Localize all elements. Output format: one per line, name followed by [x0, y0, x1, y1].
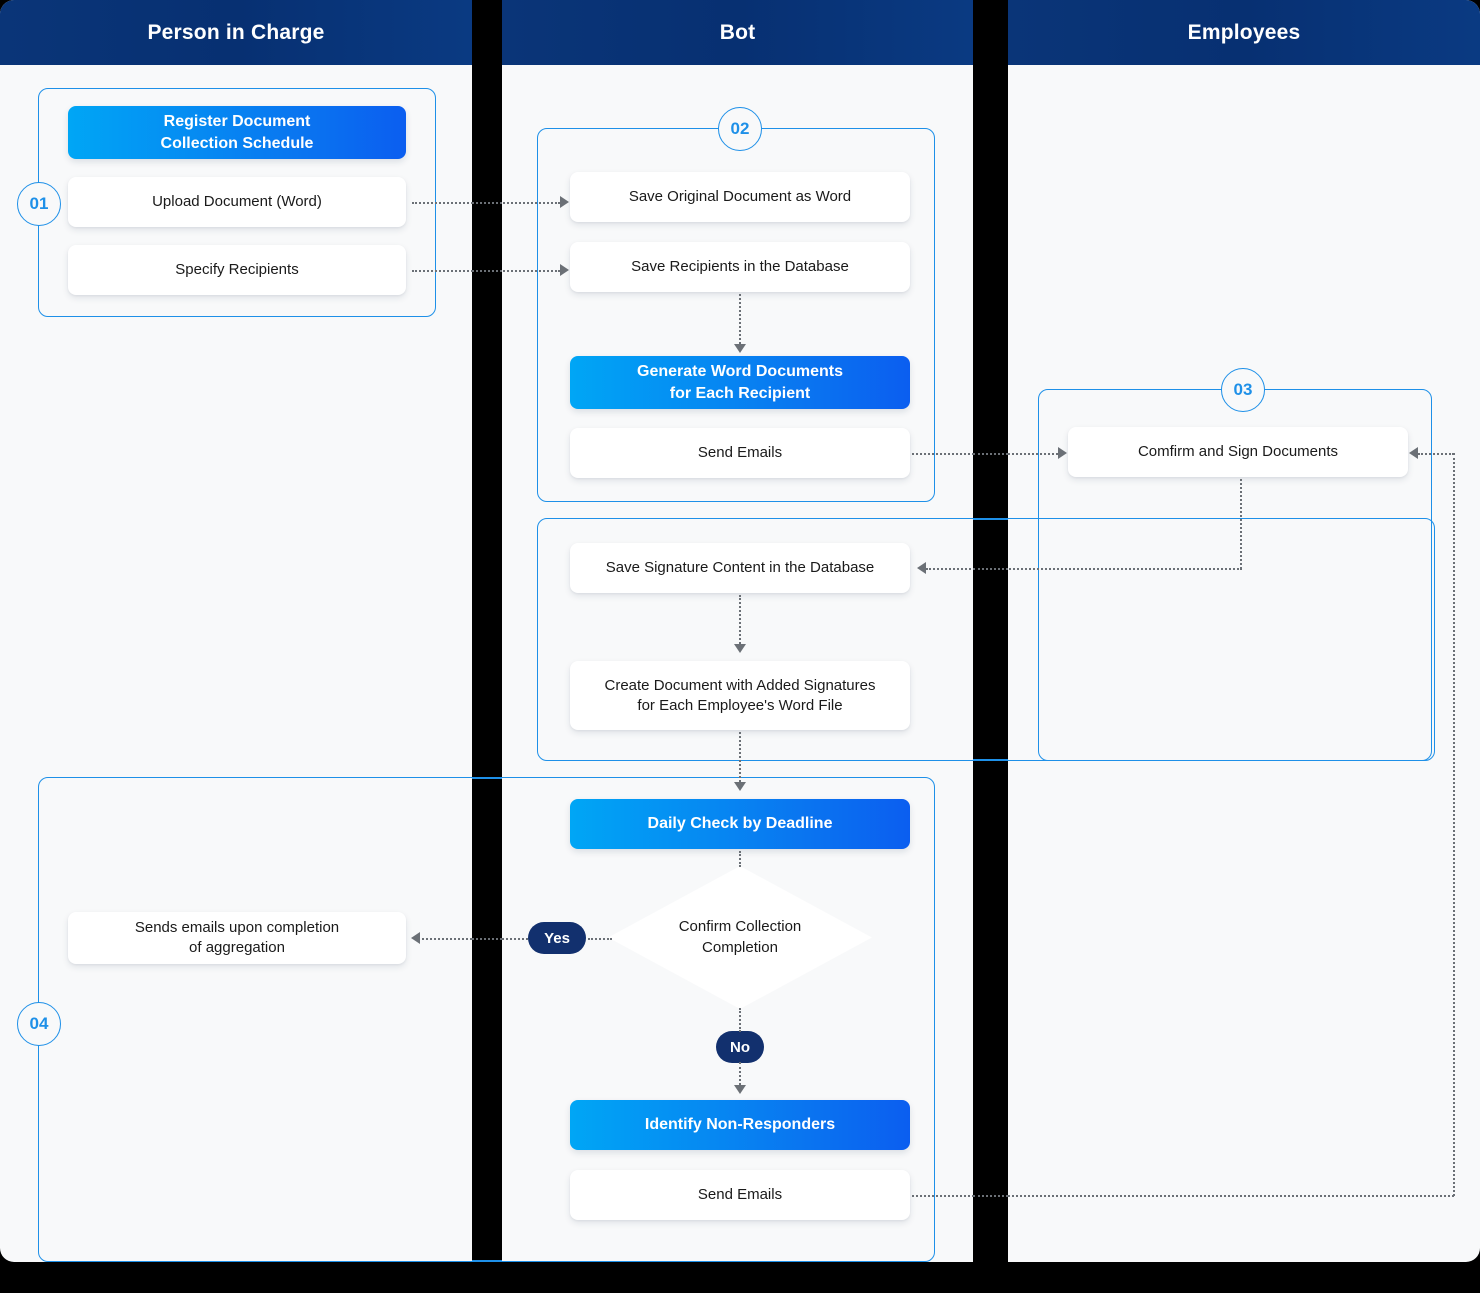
arrowhead-generate-docs: [734, 344, 746, 353]
node-save-original-document-as-word[interactable]: Save Original Document as Word: [570, 172, 910, 222]
gutter-pass-signature-bottom: [973, 759, 1008, 761]
connector-confirm-sign-down: [1240, 479, 1242, 569]
decision-branch-no: No: [716, 1031, 764, 1063]
connector-reminder-emails-to-confirm-sign: [1418, 453, 1454, 455]
decision-branch-yes: Yes: [528, 922, 586, 954]
group-badge-02: 02: [718, 107, 762, 151]
node-specify-recipients[interactable]: Specify Recipients: [68, 245, 406, 295]
arrowhead-create-document: [734, 644, 746, 653]
node-generate-word-documents-for-each-recipient[interactable]: Generate Word Documents for Each Recipie…: [570, 356, 910, 409]
gutter-pass-upload-to-save: [472, 202, 502, 204]
group-badge-01: 01: [17, 182, 61, 226]
node-sends-emails-upon-completion-of-aggregation[interactable]: Sends emails upon completion of aggregat…: [68, 912, 406, 964]
connector-daily-check-to-decision: [739, 851, 741, 867]
connector-save-signature-to-create-document: [739, 595, 741, 644]
node-send-emails-reminder[interactable]: Send Emails: [570, 1170, 910, 1220]
decision-label: Confirm Collection Completion: [678, 918, 802, 956]
gutter-pass-confirm-to-save-signature: [973, 568, 1008, 570]
flowchart-diagram: Person in Charge Bot Employees Register …: [0, 0, 1480, 1293]
arrowhead-identify-non-responders: [734, 1085, 746, 1094]
decision-confirm-collection-completion[interactable]: Confirm Collection Completion: [608, 866, 872, 1009]
group-badge-03: 03: [1221, 368, 1265, 412]
arrowhead-save-signature: [917, 562, 926, 574]
connector-decision-to-no: [739, 1008, 741, 1032]
connector-reminder-emails-up: [1453, 453, 1455, 1196]
gutter-pass-yes-branch: [472, 938, 502, 940]
node-save-recipients-in-database[interactable]: Save Recipients in the Database: [570, 242, 910, 292]
connector-create-document-to-daily-check: [739, 732, 741, 782]
group-badge-04: 04: [17, 1002, 61, 1046]
arrowhead-confirm-sign: [1058, 447, 1067, 459]
lane-gutter-left: [472, 0, 502, 1293]
diagram-overlay: Register Document Collection Schedule Up…: [0, 0, 1480, 1293]
gutter-pass-signature-top: [973, 518, 1008, 520]
node-send-emails-initial[interactable]: Send Emails: [570, 428, 910, 478]
gutter-pass-group-04-bottom: [472, 1260, 502, 1262]
arrowhead-save-original: [560, 196, 569, 208]
node-identify-non-responders[interactable]: Identify Non-Responders: [570, 1100, 910, 1150]
node-daily-check-by-deadline[interactable]: Daily Check by Deadline: [570, 799, 910, 849]
gutter-pass-send-emails-to-confirm: [973, 453, 1008, 455]
arrowhead-save-recipients: [560, 264, 569, 276]
node-register-document-collection-schedule[interactable]: Register Document Collection Schedule: [68, 106, 406, 159]
gutter-pass-recipients-to-save: [472, 270, 502, 272]
gutter-pass-group-04-top: [472, 777, 502, 779]
node-confirm-and-sign-documents[interactable]: Comfirm and Sign Documents: [1068, 427, 1408, 477]
arrowhead-confirm-sign-loop: [1409, 447, 1418, 459]
arrowhead-daily-check: [734, 782, 746, 791]
node-upload-document-word[interactable]: Upload Document (Word): [68, 177, 406, 227]
connector-no-to-identify: [739, 1062, 741, 1085]
node-create-document-with-added-signatures[interactable]: Create Document with Added Signatures fo…: [570, 661, 910, 730]
node-save-signature-content-in-database[interactable]: Save Signature Content in the Database: [570, 543, 910, 593]
connector-decision-to-yes: [588, 938, 612, 940]
gutter-pass-reminder-emails: [973, 1195, 1008, 1197]
connector-save-recipients-to-generate: [739, 294, 741, 344]
arrowhead-sends-emails-aggregation: [411, 932, 420, 944]
lane-gutter-right: [973, 0, 1008, 1293]
